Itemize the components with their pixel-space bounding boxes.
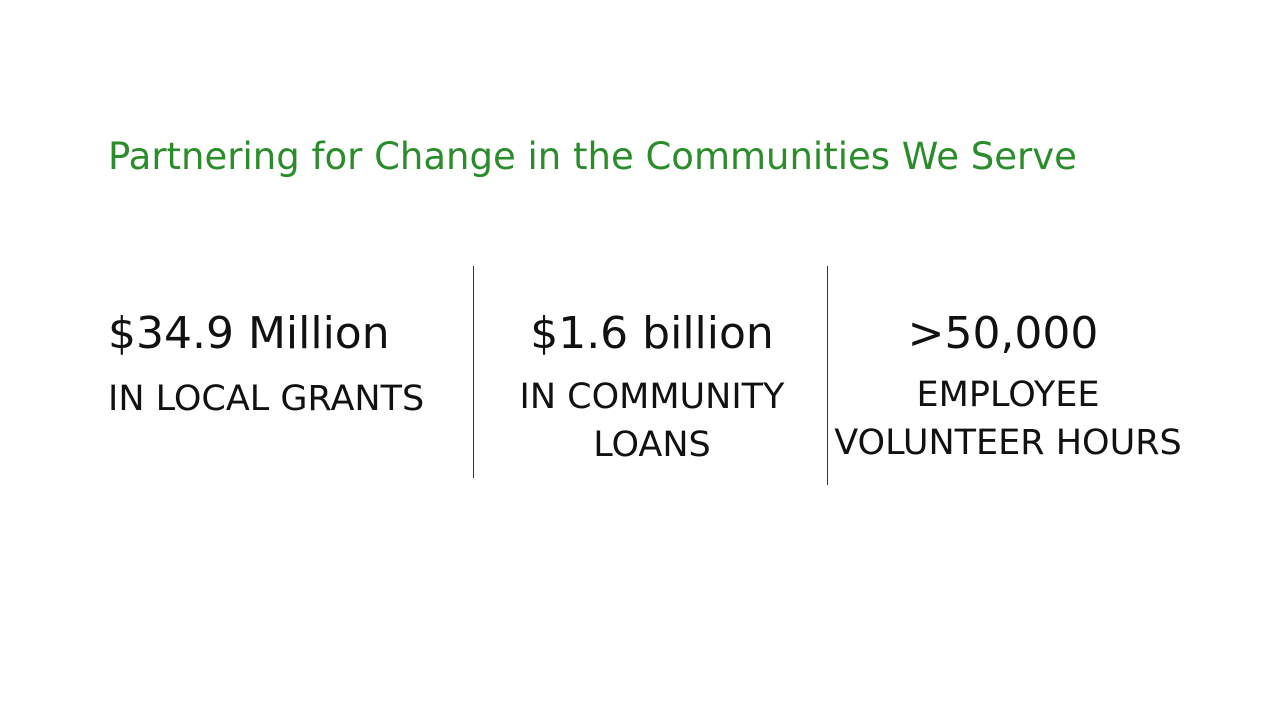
slide-title: Partnering for Change in the Communities… bbox=[108, 135, 1077, 178]
stat-value: $34.9 Million bbox=[108, 308, 390, 359]
stat-label-line: IN LOCAL GRANTS bbox=[108, 379, 425, 419]
stat-label-line: LOANS bbox=[593, 425, 711, 465]
stat-label-line: EMPLOYEE bbox=[916, 375, 1100, 415]
stat-label-line: VOLUNTEER HOURS bbox=[834, 423, 1182, 463]
stat-value: $1.6 billion bbox=[530, 308, 774, 359]
stat-label: IN LOCAL GRANTS bbox=[108, 375, 424, 423]
stat-label-line: IN COMMUNITY bbox=[519, 377, 785, 417]
stat-value: >50,000 bbox=[907, 308, 1099, 359]
stat-label: EMPLOYEE VOLUNTEER HOURS bbox=[808, 371, 1208, 467]
stat-label: IN COMMUNITY LOANS bbox=[452, 373, 852, 469]
